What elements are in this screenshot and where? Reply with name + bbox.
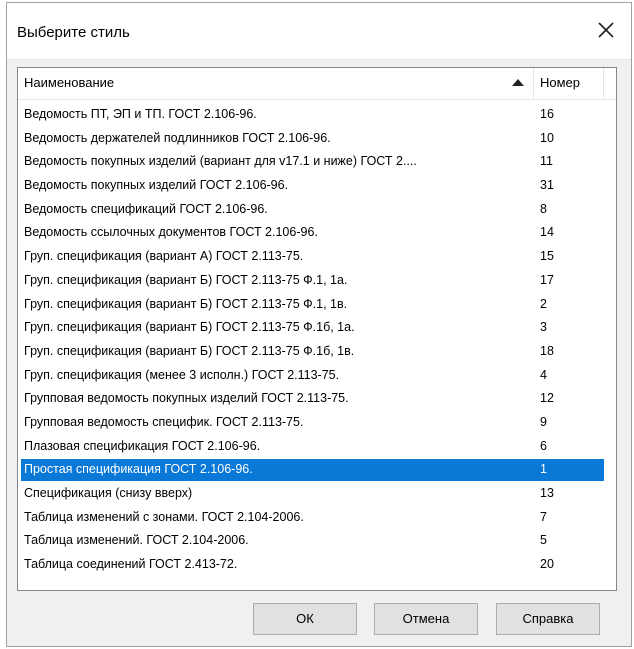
row-name: Ведомость спецификаций ГОСТ 2.106-96.	[24, 201, 268, 216]
row-number: 12	[540, 391, 554, 406]
sort-ascending-icon	[512, 79, 524, 86]
row-name: Групповая ведомость покупных изделий ГОС…	[24, 391, 349, 406]
row-name: Груп. спецификация (вариант Б) ГОСТ 2.11…	[24, 272, 348, 287]
table-row[interactable]: Ведомость ПТ, ЭП и ТП. ГОСТ 2.106-96. 16	[18, 103, 616, 127]
row-number: 7	[540, 509, 547, 524]
row-name: Ведомость покупных изделий ГОСТ 2.106-96…	[24, 178, 289, 193]
table-row[interactable]: Ведомость спецификаций ГОСТ 2.106-96. 8	[18, 198, 616, 222]
row-name: Таблица соединений ГОСТ 2.413-72.	[24, 557, 238, 572]
row-name: Простая спецификация ГОСТ 2.106-96.	[24, 462, 253, 477]
help-button[interactable]: Справка	[496, 603, 600, 635]
table-row[interactable]: Таблица соединений ГОСТ 2.413-72. 20	[18, 553, 616, 577]
row-number: 18	[540, 343, 554, 358]
table-row[interactable]: Таблица изменений. ГОСТ 2.104-2006. 5	[18, 529, 616, 553]
row-name: Таблица изменений с зонами. ГОСТ 2.104-2…	[24, 509, 304, 524]
table-row[interactable]: Плазовая спецификация ГОСТ 2.106-96. 6	[18, 435, 616, 459]
table-row[interactable]: Таблица изменений с зонами. ГОСТ 2.104-2…	[18, 506, 616, 530]
row-name: Групповая ведомость специфик. ГОСТ 2.113…	[24, 414, 304, 429]
row-name: Спецификация (снизу вверх)	[24, 486, 193, 500]
row-number: 3	[540, 320, 547, 335]
close-button[interactable]	[595, 19, 617, 41]
list-rows: Ведомость ПТ, ЭП и ТП. ГОСТ 2.106-96. 16 В…	[18, 103, 616, 577]
table-row[interactable]: Груп. спецификация (вариант Б) ГОСТ 2.11…	[18, 269, 616, 293]
ok-button[interactable]: ОК	[253, 603, 357, 635]
window-title: Выберите стиль	[17, 24, 130, 41]
column-header-name[interactable]: Наименование	[18, 68, 534, 98]
row-number: 11	[540, 154, 553, 169]
row-number: 5	[540, 533, 547, 548]
table-row[interactable]: Груп. спецификация (вариант Б) ГОСТ 2.11…	[18, 316, 616, 340]
row-number: 17	[540, 272, 554, 287]
row-number: 1	[540, 462, 547, 477]
row-number: 10	[540, 130, 554, 145]
row-number: 6	[540, 438, 547, 453]
table-row[interactable]: Групповая ведомость специфик. ГОСТ 2.113…	[18, 411, 616, 435]
cancel-button[interactable]: Отмена	[374, 603, 478, 635]
row-name: Груп. спецификация (менее 3 исполн.) ГОС…	[24, 367, 340, 382]
row-number: 16	[540, 107, 554, 121]
row-number: 13	[540, 486, 554, 500]
style-dialog: Выберите стиль Наименование Номер Ведомо…	[6, 2, 632, 647]
row-name: Ведомость держателей подлинников ГОСТ 2.…	[24, 130, 331, 145]
row-name: Ведомость ПТ, ЭП и ТП. ГОСТ 2.106-96.	[24, 107, 257, 121]
row-number: 14	[540, 225, 554, 240]
column-header-number-label: Номер	[540, 75, 581, 90]
row-number: 9	[540, 414, 547, 429]
table-row[interactable]: Груп. спецификация (менее 3 исполн.) ГОС…	[18, 364, 616, 388]
list-header: Наименование Номер	[18, 68, 616, 100]
table-row[interactable]: Груп. спецификация (вариант Б) ГОСТ 2.11…	[18, 293, 616, 317]
close-icon	[598, 22, 614, 38]
row-name: Груп. спецификация (вариант Б) ГОСТ 2.11…	[24, 343, 355, 358]
title-bar: Выберите стиль	[7, 3, 631, 60]
row-name: Груп. спецификация (вариант А) ГОСТ 2.11…	[24, 249, 304, 264]
row-number: 15	[540, 249, 554, 264]
table-row[interactable]: Груп. спецификация (вариант Б) ГОСТ 2.11…	[18, 340, 616, 364]
column-header-number[interactable]: Номер	[534, 68, 604, 98]
row-number: 31	[540, 178, 554, 193]
row-number: 2	[540, 296, 547, 311]
column-header-name-label: Наименование	[24, 75, 115, 90]
row-number: 20	[540, 557, 554, 572]
table-row[interactable]: Ведомость держателей подлинников ГОСТ 2.…	[18, 127, 616, 151]
row-name: Ведомость покупных изделий (вариант для …	[24, 154, 417, 169]
table-row[interactable]: Ведомость покупных изделий (вариант для …	[18, 150, 616, 174]
styles-list[interactable]: Наименование Номер Ведомость ПТ, ЭП и ТП…	[17, 67, 617, 591]
row-name: Груп. спецификация (вариант Б) ГОСТ 2.11…	[24, 296, 348, 311]
row-name: Груп. спецификация (вариант Б) ГОСТ 2.11…	[24, 320, 355, 335]
row-name: Таблица изменений. ГОСТ 2.104-2006.	[24, 533, 249, 548]
table-row[interactable]: Спецификация (снизу вверх) 13	[18, 482, 616, 506]
table-row[interactable]: Ведомость ссылочных документов ГОСТ 2.10…	[18, 221, 616, 245]
table-row[interactable]: Групповая ведомость покупных изделий ГОС…	[18, 387, 616, 411]
row-number: 8	[540, 201, 547, 216]
table-row[interactable]: Простая спецификация ГОСТ 2.106-96. 1	[18, 458, 616, 482]
row-name: Ведомость ссылочных документов ГОСТ 2.10…	[24, 225, 318, 240]
table-row[interactable]: Груп. спецификация (вариант А) ГОСТ 2.11…	[18, 245, 616, 269]
row-number: 4	[540, 367, 547, 382]
row-name: Плазовая спецификация ГОСТ 2.106-96.	[24, 438, 261, 453]
table-row[interactable]: Ведомость покупных изделий ГОСТ 2.106-96…	[18, 174, 616, 198]
